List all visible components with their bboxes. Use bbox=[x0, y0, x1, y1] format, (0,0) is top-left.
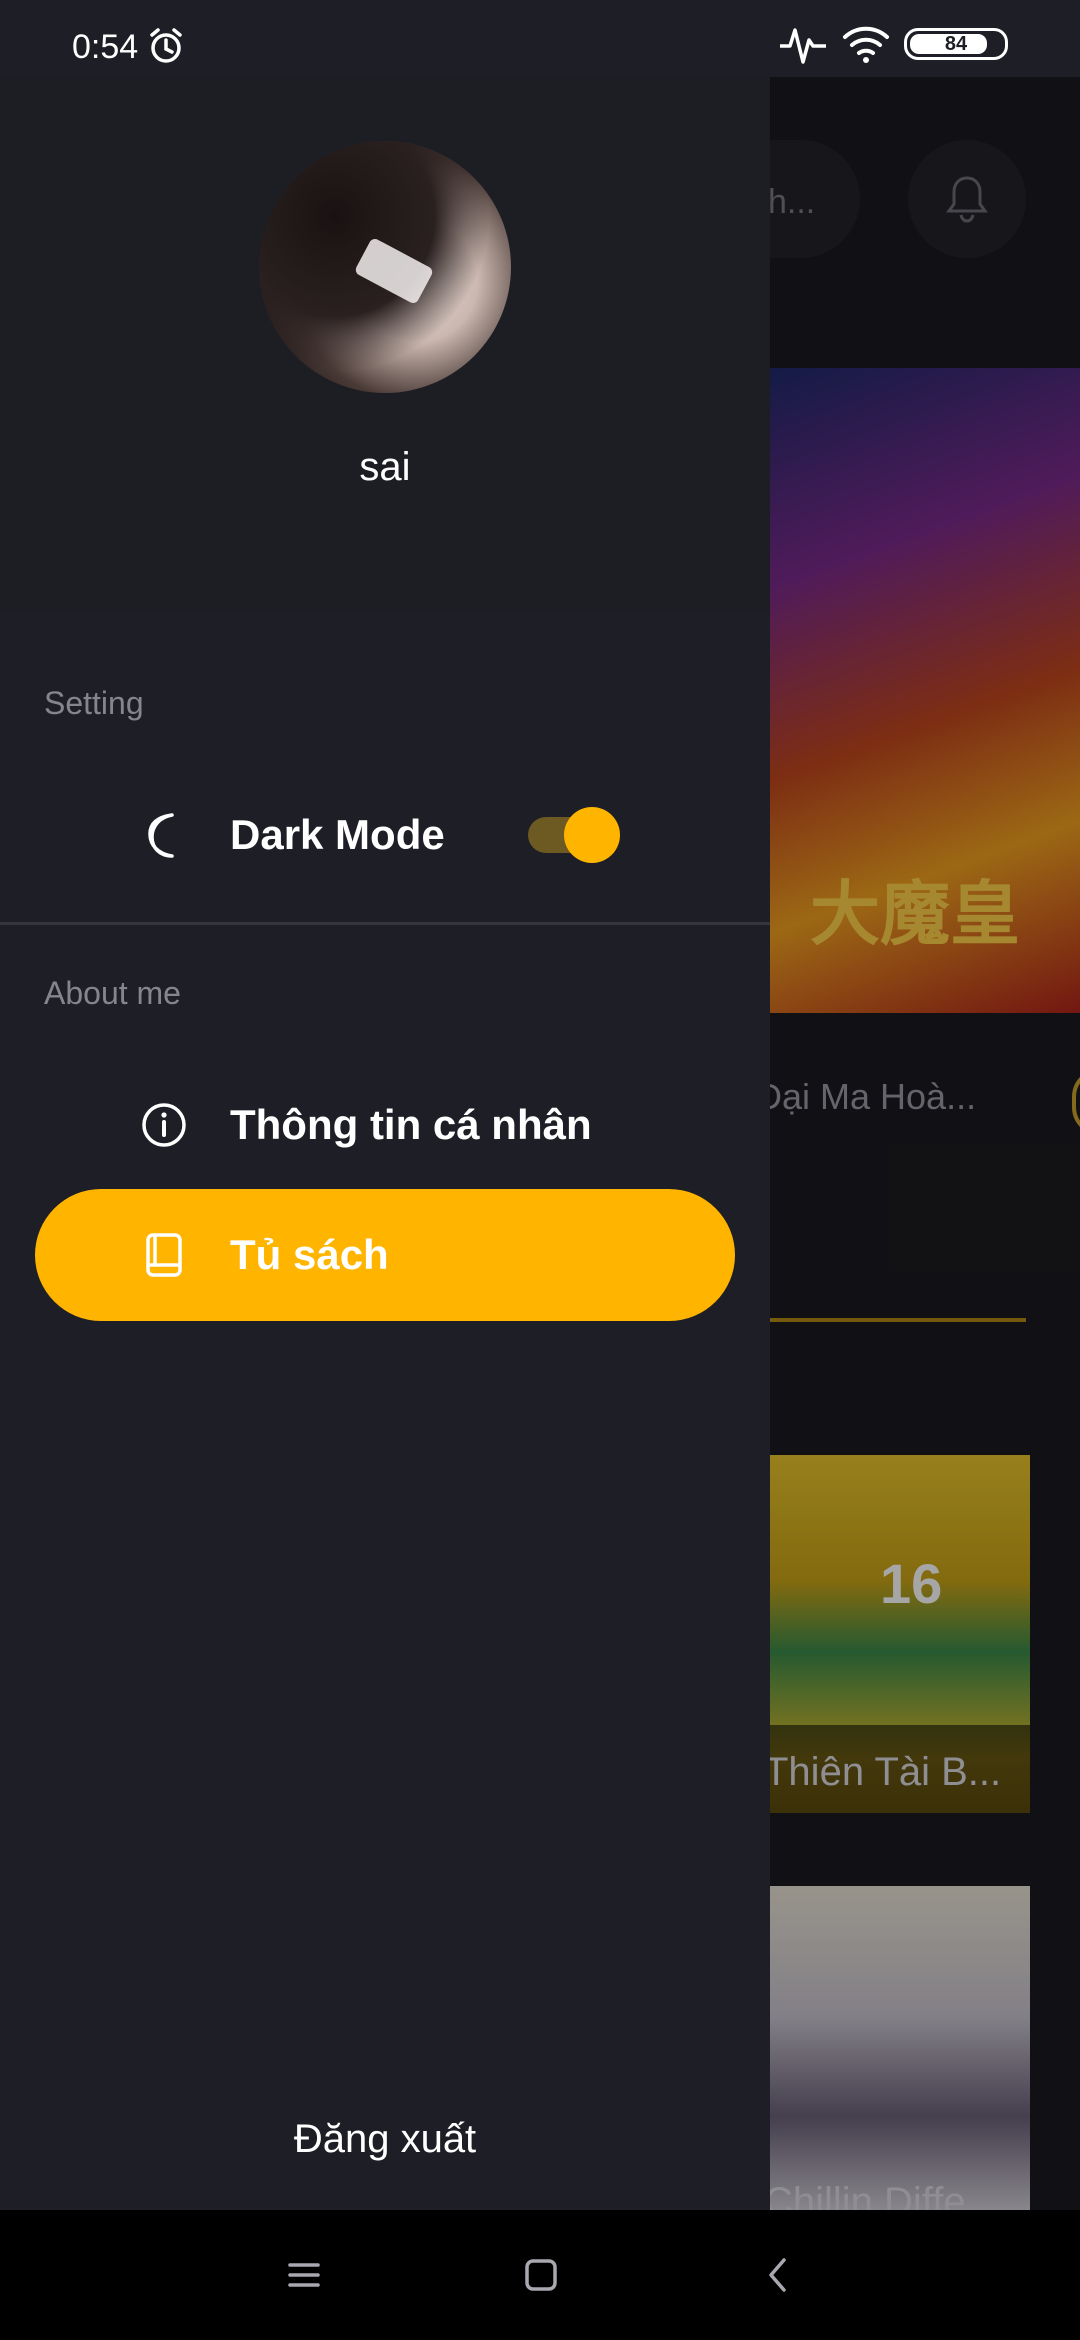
navigation-drawer: sai Setting Dark Mode About me Thông tin… bbox=[0, 77, 770, 2210]
dark-mode-label: Dark Mode bbox=[230, 811, 445, 858]
bookshelf-item[interactable]: Tủ sách bbox=[140, 1215, 389, 1295]
status-time: 0:54 bbox=[72, 28, 139, 66]
bookshelf-label: Tủ sách bbox=[230, 1231, 389, 1278]
wifi-icon bbox=[843, 26, 889, 63]
menu-icon bbox=[288, 2263, 320, 2287]
profile-header: sai bbox=[0, 77, 770, 613]
username: sai bbox=[359, 445, 411, 489]
moon-icon bbox=[140, 811, 188, 859]
personal-info-item[interactable]: Thông tin cá nhân bbox=[140, 1085, 592, 1165]
info-icon bbox=[140, 1101, 188, 1149]
dark-mode-row[interactable]: Dark Mode bbox=[140, 795, 445, 875]
alarm-icon bbox=[150, 28, 182, 63]
back-nav-button[interactable] bbox=[748, 2250, 808, 2300]
personal-info-label: Thông tin cá nhân bbox=[230, 1101, 592, 1148]
battery-level: 84 bbox=[944, 32, 968, 55]
square-home-icon bbox=[525, 2259, 557, 2291]
dark-mode-toggle[interactable] bbox=[528, 807, 620, 863]
system-nav-bar bbox=[0, 2210, 1080, 2340]
home-nav-button[interactable] bbox=[511, 2250, 571, 2300]
menu-nav-button[interactable] bbox=[274, 2250, 334, 2300]
about-section-label: About me bbox=[44, 975, 181, 1011]
avatar[interactable] bbox=[259, 141, 511, 393]
back-chevron-icon bbox=[769, 2258, 786, 2292]
section-divider bbox=[0, 922, 770, 925]
battery-icon: 84 bbox=[904, 28, 1008, 60]
heartbeat-icon bbox=[780, 28, 826, 64]
status-bar: 0:54 84 bbox=[0, 0, 1080, 77]
setting-section-label: Setting bbox=[44, 685, 144, 721]
logout-button[interactable]: Đăng xuất bbox=[0, 2117, 770, 2162]
book-icon bbox=[140, 1231, 188, 1279]
toggle-knob bbox=[564, 807, 620, 863]
